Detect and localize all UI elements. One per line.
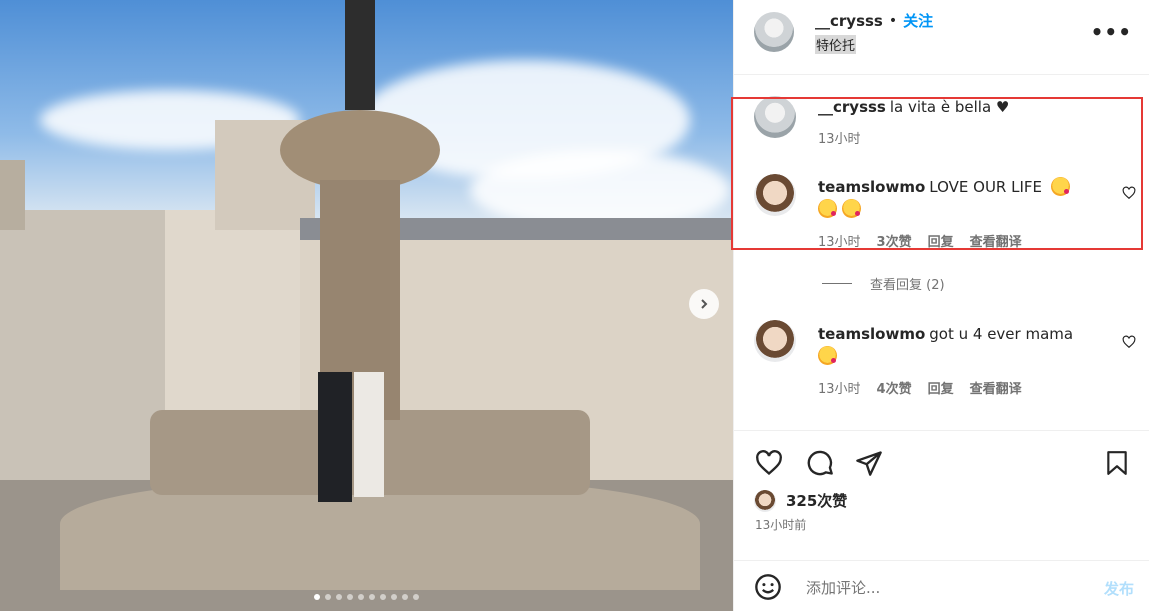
comment-text: la vita è bella ♥ [889,98,1010,116]
carousel-dot[interactable] [391,594,397,600]
post-location[interactable]: 特伦托 [815,35,857,54]
carousel-dot[interactable] [380,594,386,600]
carousel-dot[interactable] [358,594,364,600]
comment-likes[interactable]: 4次赞 [877,378,912,397]
comment-username[interactable]: __crysss [818,98,886,116]
translate-button[interactable]: 查看翻译 [970,231,1022,250]
list-item: teamslowmo LOVE OUR LIFE 13小时 3次赞 回复 查看翻译 [734,174,1149,254]
avatar[interactable] [754,320,796,362]
view-replies-button[interactable]: 查看回复 (2) [822,274,945,293]
comment-text: LOVE OUR LIFE [929,178,1042,196]
post-timestamp[interactable]: 13小时前 [755,516,806,533]
carousel-dot[interactable] [402,594,408,600]
comment-likes[interactable]: 3次赞 [877,231,912,250]
carousel-dot[interactable] [369,594,375,600]
kiss-emoji-icon [842,199,861,218]
carousel-dot[interactable] [336,594,342,600]
heart-icon[interactable] [754,449,784,477]
action-bar [734,430,1149,489]
next-slide-button[interactable] [689,289,719,319]
liker-avatar[interactable] [754,490,776,512]
likes-count[interactable]: 325次赞 [786,490,847,511]
bookmark-icon[interactable] [1104,449,1130,477]
chevron-right-icon [701,299,708,309]
divider [822,283,852,284]
reply-button[interactable]: 回复 [928,378,954,397]
emoji-icon[interactable] [754,573,782,601]
view-replies-label: 查看回复 (2) [870,278,945,293]
avatar[interactable] [754,96,796,138]
author-avatar[interactable] [754,12,794,52]
post-comment-button[interactable]: 发布 [1104,578,1134,599]
share-icon[interactable] [855,449,883,477]
post-header: __crysss • 关注 特伦托 ••• [734,0,1149,75]
reply-button[interactable]: 回复 [928,231,954,250]
carousel-dot[interactable] [413,594,419,600]
comment-icon[interactable] [805,449,835,477]
post-sidebar: __crysss • 关注 特伦托 ••• __crysss la vita è … [733,0,1149,611]
add-comment-bar: 发布 [734,560,1149,612]
avatar[interactable] [754,174,796,216]
comment-username[interactable]: teamslowmo [818,325,925,343]
list-item: teamslowmo got u 4 ever mama 13小时 4次赞 回复 … [734,320,1149,400]
caption-comment: __crysss la vita è bella ♥ 13小时 [734,96,1149,156]
comment-text: got u 4 ever mama [929,325,1074,343]
more-options-button[interactable]: ••• [1091,20,1132,44]
author-username[interactable]: __crysss [815,12,883,30]
carousel-dots [0,594,733,600]
comment-username[interactable]: teamslowmo [818,178,925,196]
comment-time[interactable]: 13小时 [818,231,861,250]
kiss-emoji-icon [818,346,837,365]
carousel-dot[interactable] [325,594,331,600]
comment-input[interactable] [804,578,1068,598]
separator-dot: • [888,12,898,29]
kiss-emoji-icon [818,199,837,218]
translate-button[interactable]: 查看翻译 [970,378,1022,397]
follow-button[interactable]: 关注 [903,10,933,31]
heart-icon[interactable] [1122,335,1136,349]
comment-time[interactable]: 13小时 [818,378,861,397]
carousel-dot[interactable] [347,594,353,600]
post-photo[interactable] [0,0,733,611]
heart-icon[interactable] [1122,186,1136,200]
kiss-emoji-icon [1050,177,1070,196]
comment-time[interactable]: 13小时 [818,128,861,147]
carousel-dot[interactable] [314,594,320,600]
